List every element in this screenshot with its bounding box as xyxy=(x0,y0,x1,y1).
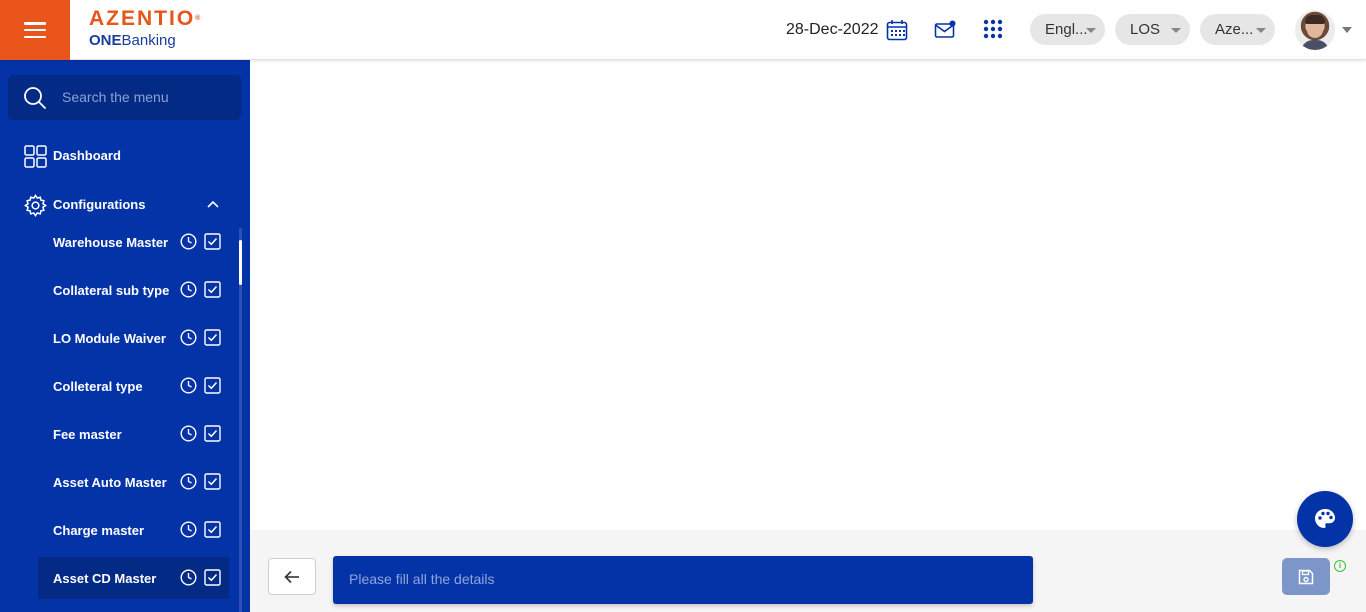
theme-palette-button[interactable] xyxy=(1297,491,1353,547)
sidebar-subitem[interactable]: Asset Auto Master xyxy=(38,461,229,503)
clock-icon[interactable] xyxy=(180,569,197,586)
checkbox-icon[interactable] xyxy=(204,569,221,586)
gear-icon xyxy=(24,194,47,217)
sidebar: Dashboard Configurations Warehouse Maste… xyxy=(0,60,250,612)
menu-icon xyxy=(24,22,46,38)
checkbox-icon[interactable] xyxy=(204,329,221,346)
calendar-icon[interactable] xyxy=(886,19,908,41)
sidebar-subitem-label: Asset CD Master xyxy=(53,571,157,586)
logo-brand: AZENTIO xyxy=(89,7,196,30)
dashboard-icon xyxy=(24,145,47,168)
top-header: AZENTIO® ONEBanking 28-Dec-2022 Engl... … xyxy=(0,0,1366,60)
sidebar-subitem-label: Colleteral type xyxy=(53,379,143,394)
apps-grid-icon[interactable] xyxy=(983,19,1005,41)
user-menu-chevron-icon[interactable] xyxy=(1342,27,1352,33)
clock-icon[interactable] xyxy=(180,233,197,250)
entity-value: Aze... xyxy=(1215,21,1254,38)
info-icon[interactable]: i xyxy=(1334,560,1346,572)
checkbox-icon[interactable] xyxy=(204,233,221,250)
sidebar-subitem[interactable]: Fee master xyxy=(38,413,229,455)
sidebar-subitem-label: Asset Auto Master xyxy=(53,475,167,490)
arrow-left-icon xyxy=(284,570,299,583)
checkbox-icon[interactable] xyxy=(204,521,221,538)
clock-icon[interactable] xyxy=(180,425,197,442)
clock-icon[interactable] xyxy=(180,281,197,298)
sidebar-subitem-label: Warehouse Master xyxy=(53,235,169,250)
language-select[interactable]: Engl... xyxy=(1030,14,1105,45)
search-icon xyxy=(24,87,46,109)
logo: AZENTIO® ONEBanking xyxy=(89,8,200,51)
validation-message-bar: Please fill all the details xyxy=(333,556,1033,604)
logo-sub-rest: Banking xyxy=(121,32,176,49)
checkbox-icon[interactable] xyxy=(204,377,221,394)
sidebar-subitem-label: LO Module Waiver xyxy=(53,331,166,346)
entity-select[interactable]: Aze... xyxy=(1200,14,1275,45)
menu-toggle-button[interactable] xyxy=(0,0,70,60)
module-select[interactable]: LOS xyxy=(1115,14,1190,45)
palette-icon xyxy=(1315,509,1335,528)
avatar[interactable] xyxy=(1295,10,1335,50)
menu-search[interactable] xyxy=(8,75,241,120)
sidebar-subitem[interactable]: Collateral sub type xyxy=(38,269,229,311)
sidebar-subitem[interactable]: Charge master xyxy=(38,509,229,551)
sidebar-item-dashboard[interactable]: Dashboard xyxy=(0,138,250,174)
sidebar-subitem-label: Fee master xyxy=(53,427,122,442)
sidebar-subitem[interactable]: LO Module Waiver xyxy=(38,317,229,359)
sidebar-item-configurations[interactable]: Configurations xyxy=(0,187,250,223)
clock-icon[interactable] xyxy=(180,329,197,346)
clock-icon[interactable] xyxy=(180,521,197,538)
save-button[interactable] xyxy=(1282,558,1330,595)
back-button[interactable] xyxy=(268,558,316,595)
checkbox-icon[interactable] xyxy=(204,425,221,442)
sidebar-subitem[interactable]: Asset CD Master xyxy=(38,557,229,599)
checkbox-icon[interactable] xyxy=(204,473,221,490)
search-input[interactable] xyxy=(62,85,232,109)
business-date: 28-Dec-2022 xyxy=(786,21,879,38)
chevron-up-icon xyxy=(207,200,219,208)
sidebar-subitem[interactable]: Warehouse Master xyxy=(38,221,229,263)
chevron-down-icon xyxy=(1171,28,1181,33)
chevron-down-icon xyxy=(1086,28,1096,33)
clock-icon[interactable] xyxy=(180,377,197,394)
save-icon xyxy=(1298,569,1314,584)
mail-icon[interactable] xyxy=(934,19,956,41)
logo-sub-bold: ONE xyxy=(89,32,122,49)
validation-message: Please fill all the details xyxy=(349,571,495,587)
checkbox-icon[interactable] xyxy=(204,281,221,298)
sidebar-subitem[interactable]: Colleteral type xyxy=(38,365,229,407)
sidebar-subitem-label: Collateral sub type xyxy=(53,283,170,298)
language-value: Engl... xyxy=(1045,21,1088,38)
clock-icon[interactable] xyxy=(180,473,197,490)
sidebar-subitem-label: Charge master xyxy=(53,523,145,538)
module-value: LOS xyxy=(1130,21,1161,38)
sidebar-item-label: Configurations xyxy=(53,197,146,212)
chevron-down-icon xyxy=(1256,28,1266,33)
sidebar-scrollbar-thumb[interactable] xyxy=(239,240,242,285)
sidebar-scrollbar-track xyxy=(239,228,242,612)
logo-tm: ® xyxy=(195,15,201,22)
sidebar-item-label: Dashboard xyxy=(53,148,121,163)
